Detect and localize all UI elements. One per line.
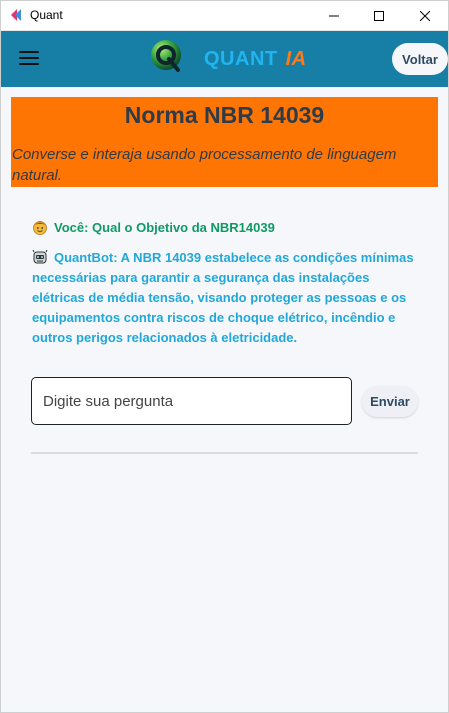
brand-title: QUANT IA <box>204 48 307 71</box>
app-logo-icon <box>11 9 21 21</box>
quant-logo-icon <box>151 40 181 72</box>
minimize-icon <box>329 15 339 16</box>
user-face-icon <box>33 221 47 235</box>
back-button[interactable]: Voltar <box>392 43 448 75</box>
bot-message-text: QuantBot: A NBR 14039 estabelece as cond… <box>32 250 414 345</box>
send-button[interactable]: Enviar <box>362 386 418 417</box>
app-bar: QUANT IA Voltar <box>0 31 449 87</box>
minimize-button[interactable] <box>311 0 357 31</box>
close-button[interactable] <box>402 0 448 31</box>
brand-main: QUANT <box>204 48 278 70</box>
window-titlebar: Quant <box>0 0 449 31</box>
menu-icon[interactable] <box>19 51 39 67</box>
chat-message-user: Você: Qual o Objetivo da NBR14039 <box>32 218 422 238</box>
maximize-button[interactable] <box>356 0 402 31</box>
brand-accent: IA <box>285 48 307 70</box>
maximize-icon <box>374 10 384 21</box>
norm-banner: Norma NBR 14039 Converse e interaja usan… <box>11 97 438 187</box>
chat-message-bot: QuantBot: A NBR 14039 estabelece as cond… <box>32 248 422 348</box>
window-title: Quant <box>30 8 63 22</box>
user-message-text: Você: Qual o Objetivo da NBR14039 <box>54 220 275 235</box>
close-icon <box>420 10 430 21</box>
page-title: Norma NBR 14039 <box>124 102 325 128</box>
robot-icon <box>32 249 48 264</box>
divider <box>31 452 418 454</box>
page-subtitle: Converse e interaja usando processamento… <box>12 146 397 184</box>
question-input[interactable] <box>31 377 352 425</box>
